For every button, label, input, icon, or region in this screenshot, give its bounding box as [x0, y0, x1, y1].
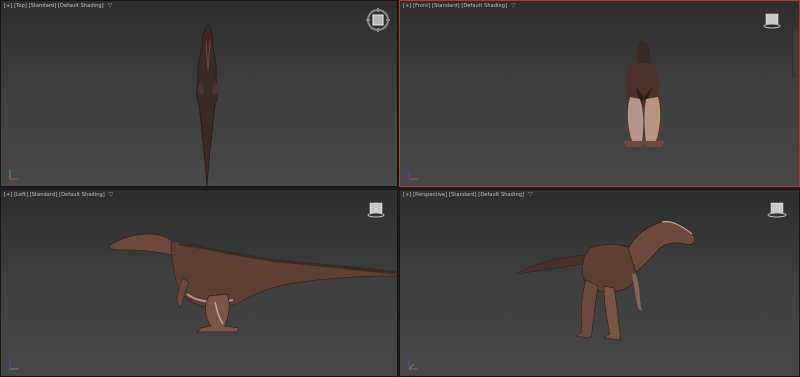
viewport-scrollbar[interactable]	[792, 28, 799, 78]
viewcube-icon[interactable]	[367, 202, 385, 218]
perspective-view-dinosaur	[515, 221, 695, 341]
axis-tripod-icon	[9, 360, 19, 370]
axis-tripod-icon	[9, 170, 19, 180]
front-view-dinosaur	[624, 40, 664, 147]
axis-tripod-icon	[408, 170, 418, 180]
viewcube-icon[interactable]	[767, 202, 787, 218]
viewcube-icon[interactable]	[365, 7, 391, 33]
viewport-grid: [+] [Top] [Standard] [Default Shading] ▽ …	[0, 0, 800, 377]
left-view-dinosaur	[108, 233, 397, 333]
viewport-front[interactable]: [+] [Front] [Standard] [Default Shading]…	[399, 0, 800, 187]
top-view-dinosaur	[196, 24, 218, 186]
viewport-left[interactable]: [+] [Left] [Standard] [Default Shading] ▽	[0, 189, 398, 377]
viewport-top[interactable]: [+] [Top] [Standard] [Default Shading] ▽	[0, 0, 398, 187]
axis-tripod-icon	[408, 360, 418, 370]
viewcube-icon[interactable]	[763, 13, 781, 29]
viewport-perspective[interactable]: [+] [Perspective] [Standard] [Default Sh…	[399, 189, 800, 377]
